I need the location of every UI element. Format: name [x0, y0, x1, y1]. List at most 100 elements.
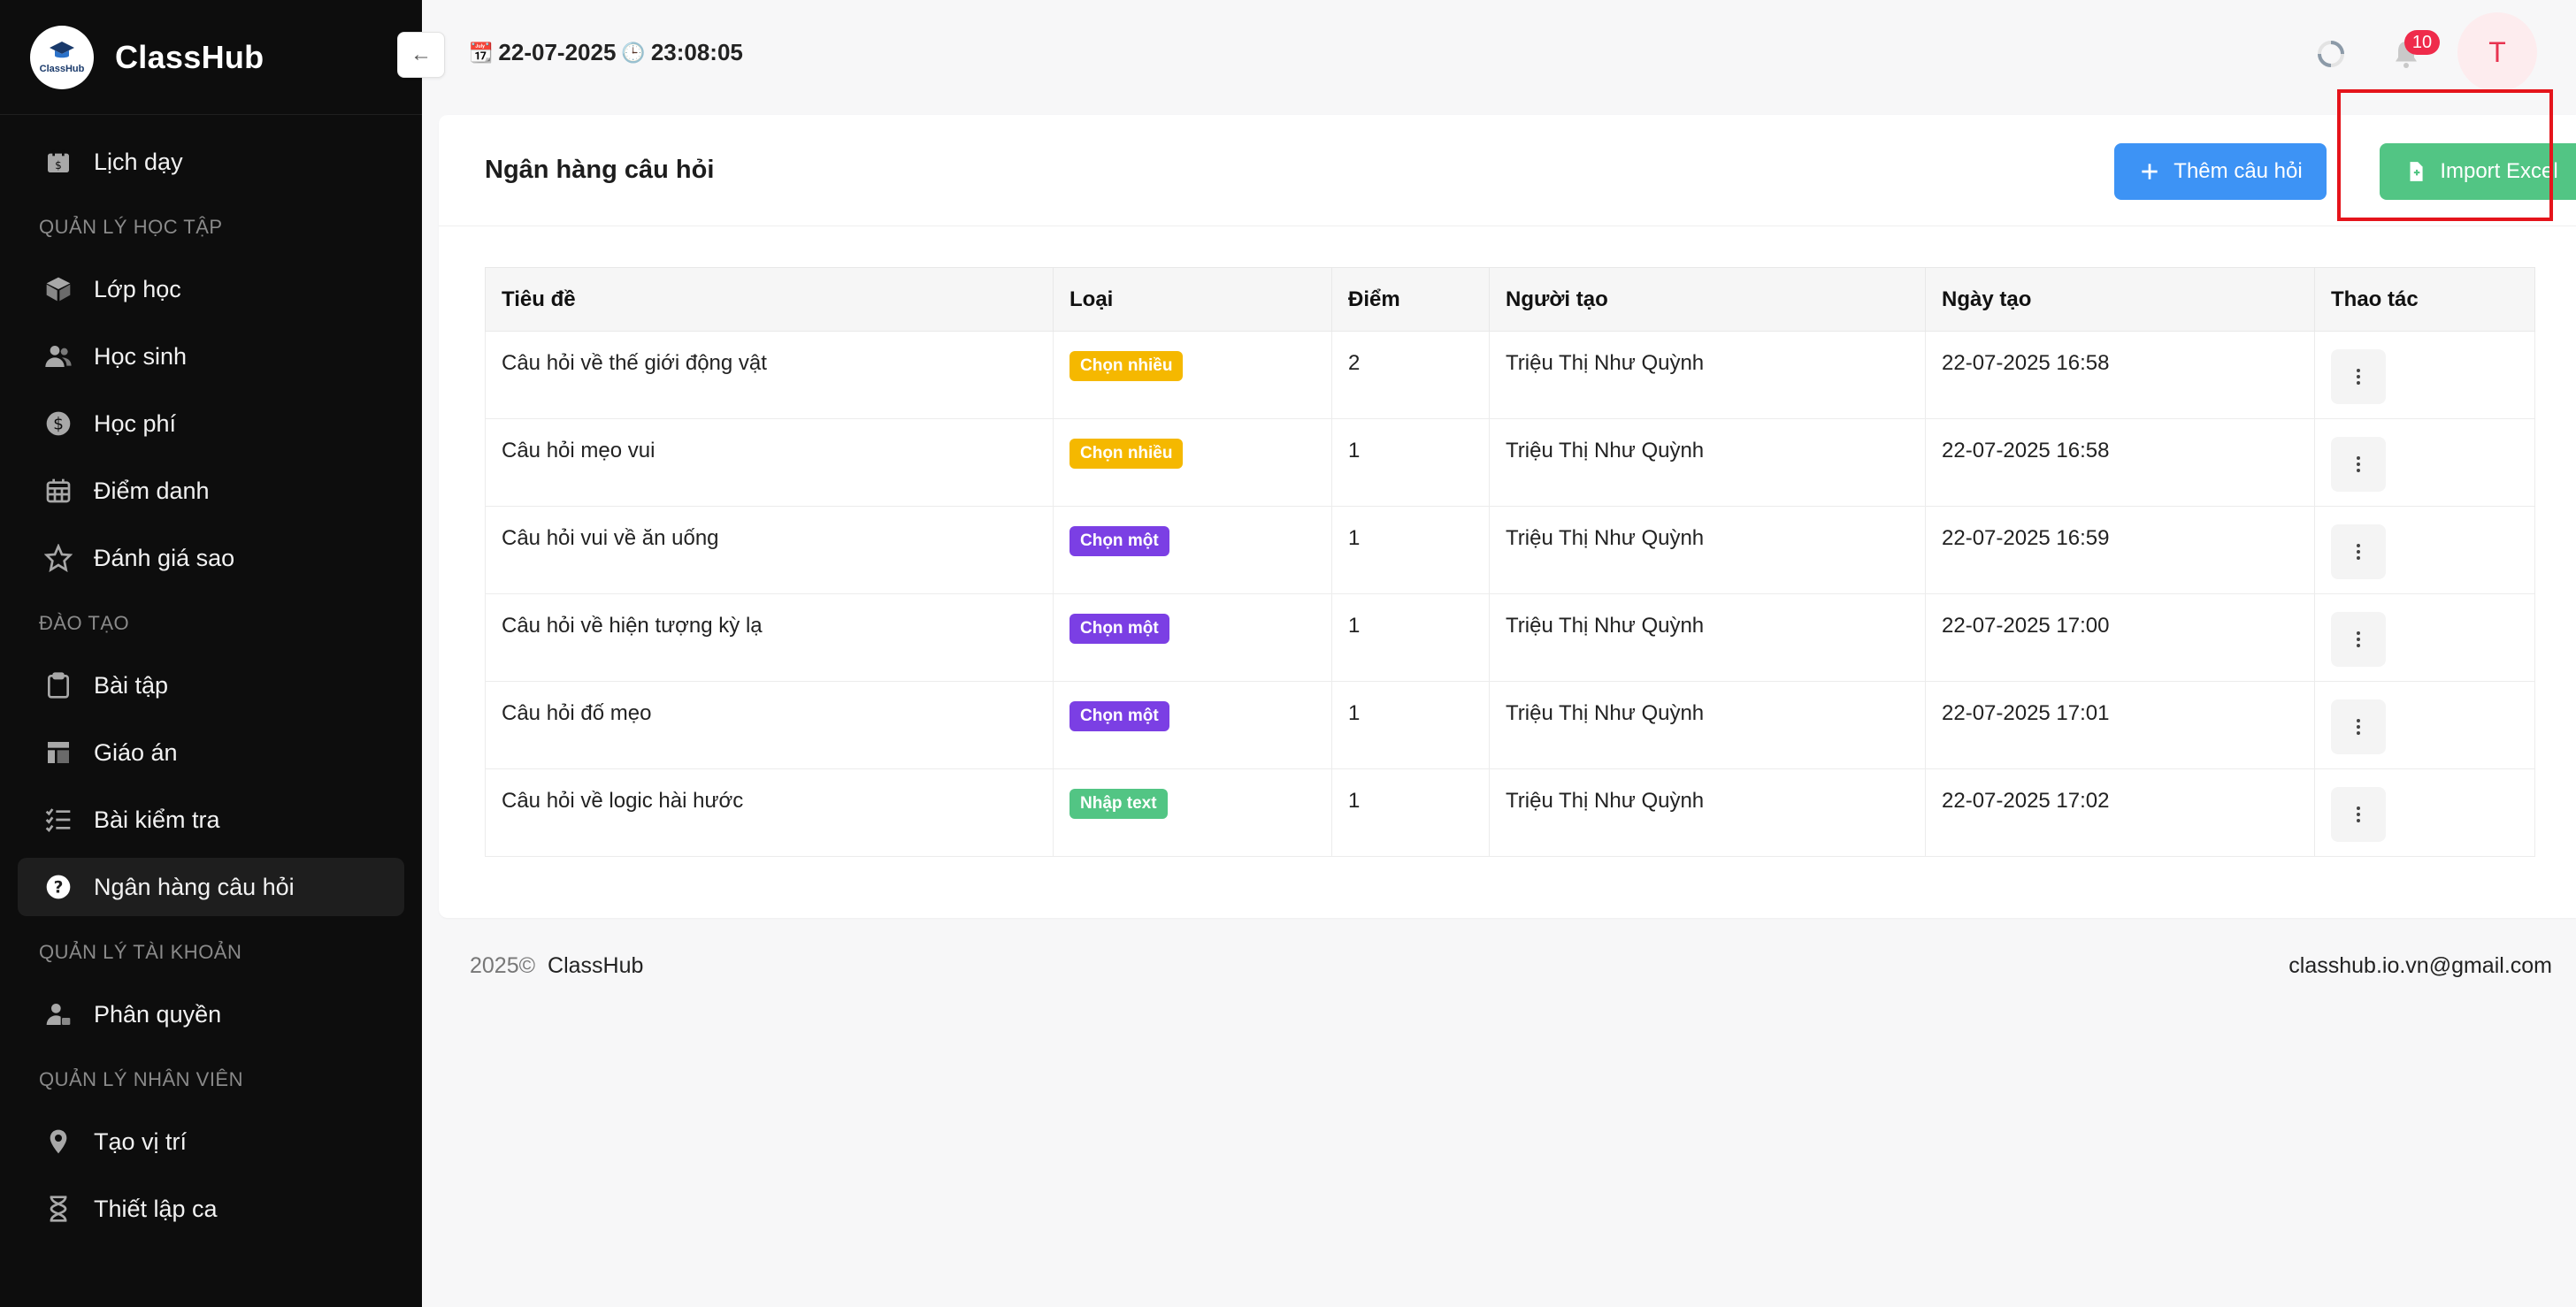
sidebar-item-hoc-sinh[interactable]: Học sinh [18, 327, 404, 386]
more-vertical-icon [2357, 719, 2360, 735]
loading-spinner-icon [2318, 41, 2344, 67]
question-score: 1 [1331, 593, 1490, 682]
row-actions-button[interactable] [2331, 349, 2386, 404]
column-header-title[interactable]: Tiêu đề [485, 267, 1054, 332]
import-excel-label: Import Excel [2440, 159, 2558, 183]
section-label: ĐÀO TẠO [39, 612, 130, 634]
table-row[interactable]: Câu hỏi đố mẹo Chọn một 1 Triệu Thị Như Quỳ… [485, 681, 2535, 769]
column-header-type[interactable]: Loại [1053, 267, 1332, 332]
sidebar-item-phan-quyen[interactable]: Phân quyền [18, 985, 404, 1043]
calendar-emoji-icon: 📆 [469, 41, 494, 64]
sidebar-nav: $ Lịch dạy QUẢN LÝ HỌC TẬP Lớp học Học s… [0, 115, 422, 1238]
sidebar-item-label: Đánh giá sao [94, 544, 235, 571]
current-date: 22-07-2025 [498, 39, 617, 65]
user-key-icon [44, 1000, 73, 1028]
footer-brand[interactable]: ClassHub [548, 953, 643, 979]
hourglass-icon [44, 1195, 73, 1223]
sidebar: ClassHub ClassHub $ Lịch dạy QUẢN LÝ HỌC… [0, 0, 422, 1307]
arrow-left-icon: ← [410, 42, 432, 66]
more-vertical-icon [2357, 544, 2360, 560]
question-type-cell: Chọn một [1053, 681, 1332, 769]
sidebar-item-label: Giáo án [94, 738, 178, 766]
sidebar-item-ngan-hang-cau-hoi[interactable]: ? Ngân hàng câu hỏi [18, 858, 404, 916]
plus-icon [2142, 164, 2158, 180]
question-score: 1 [1331, 506, 1490, 594]
table-row[interactable]: Câu hỏi về hiện tượng kỳ lạ Chọn một 1 Triệ… [485, 593, 2535, 682]
table-row[interactable]: Câu hỏi về thế giới động vật Chọn nhiều 2 T… [485, 331, 2535, 419]
sidebar-item-label: Bài tập [94, 671, 169, 699]
question-created-at: 22-07-2025 17:01 [1925, 681, 2315, 769]
question-creator: Triệu Thị Như Quỳnh [1489, 418, 1926, 507]
table-row[interactable]: Câu hỏi mẹo vui Chọn nhiều 1 Triệu Thị Như … [485, 418, 2535, 507]
brand[interactable]: ClassHub ClassHub [0, 0, 422, 115]
question-type-cell: Nhập text [1053, 768, 1332, 857]
users-icon [44, 342, 73, 371]
footer-copyright: 2025© ClassHub [470, 953, 643, 979]
question-score: 1 [1331, 418, 1490, 507]
graduation-cap-icon [50, 42, 74, 58]
avatar[interactable]: T [2457, 12, 2537, 92]
calendar-money-icon: $ [44, 148, 73, 176]
sidebar-item-bai-kiem-tra[interactable]: Bài kiểm tra [18, 791, 404, 849]
question-created-at: 22-07-2025 16:59 [1925, 506, 2315, 594]
sidebar-collapse-button[interactable]: ← [397, 32, 445, 78]
table-header-row: Tiêu đề Loại Điểm Người tạo Ngày tạo Tha… [485, 267, 2535, 332]
question-score: 1 [1331, 681, 1490, 769]
question-creator: Triệu Thị Như Quỳnh [1489, 593, 1926, 682]
question-actions-cell [2314, 593, 2535, 682]
footer-email[interactable]: classhub.io.vn@gmail.com [2288, 953, 2552, 979]
add-question-button[interactable]: Thêm câu hỏi [2114, 143, 2327, 200]
question-creator: Triệu Thị Như Quỳnh [1489, 681, 1926, 769]
sidebar-item-hoc-phi[interactable]: $ Học phí [18, 394, 404, 453]
question-actions-cell [2314, 418, 2535, 507]
row-actions-button[interactable] [2331, 437, 2386, 492]
column-header-creator[interactable]: Người tạo [1489, 267, 1926, 332]
column-header-created[interactable]: Ngày tạo [1925, 267, 2315, 332]
question-type-tag: Chọn nhiều [1070, 351, 1184, 381]
sidebar-item-thiet-lap-ca[interactable]: Thiết lập ca [18, 1180, 404, 1238]
table-row[interactable]: Câu hỏi vui về ăn uống Chọn một 1 Triệu Thị… [485, 506, 2535, 594]
sidebar-item-bai-tap[interactable]: Bài tập [18, 656, 404, 715]
map-pin-icon [44, 1127, 73, 1156]
question-type-tag: Chọn một [1070, 701, 1169, 731]
current-time: 23:08:05 [650, 39, 743, 65]
row-actions-button[interactable] [2331, 524, 2386, 579]
import-excel-button[interactable]: Import Excel [2380, 143, 2576, 200]
sidebar-item-diem-danh[interactable]: Điểm danh [18, 462, 404, 520]
question-created-at: 22-07-2025 16:58 [1925, 331, 2315, 419]
section-label: QUẢN LÝ HỌC TẬP [39, 216, 223, 238]
file-import-icon [2410, 162, 2423, 181]
table-row[interactable]: Câu hỏi về logic hài hước Nhập text 1 Triệu… [485, 768, 2535, 857]
row-actions-button[interactable] [2331, 612, 2386, 667]
more-vertical-icon [2357, 631, 2360, 647]
row-actions-button[interactable] [2331, 787, 2386, 842]
column-header-score[interactable]: Điểm [1331, 267, 1490, 332]
question-title: Câu hỏi đố mẹo [485, 681, 1054, 769]
dollar-circle-icon: $ [44, 409, 73, 438]
sidebar-item-label: Điểm danh [94, 477, 210, 504]
questions-table-wrapper: Tiêu đề Loại Điểm Người tạo Ngày tạo Tha… [485, 267, 2535, 857]
row-actions-button[interactable] [2331, 699, 2386, 754]
sidebar-item-danh-gia-sao[interactable]: Đánh giá sao [18, 529, 404, 587]
section-label: QUẢN LÝ TÀI KHOẢN [39, 941, 242, 963]
more-vertical-icon [2357, 806, 2360, 822]
question-type-cell: Chọn một [1053, 506, 1332, 594]
question-type-cell: Chọn nhiều [1053, 331, 1332, 419]
star-icon [44, 544, 73, 572]
footer-year: 2025© [470, 953, 536, 978]
page-title: Ngân hàng câu hỏi [485, 156, 715, 184]
question-created-at: 22-07-2025 17:02 [1925, 768, 2315, 857]
sidebar-item-tao-vi-tri[interactable]: Tạo vị trí [18, 1112, 404, 1171]
sidebar-item-giao-an[interactable]: Giáo án [18, 723, 404, 782]
sidebar-item-lop-hoc[interactable]: Lớp học [18, 260, 404, 318]
svg-text:$: $ [55, 159, 62, 172]
datetime-display: 📆 22-07-2025 🕒 23:08:05 [469, 39, 743, 66]
question-actions-cell [2314, 681, 2535, 769]
question-title: Câu hỏi mẹo vui [485, 418, 1054, 507]
more-vertical-icon [2357, 456, 2360, 472]
checklist-icon [44, 806, 73, 834]
sidebar-item-label: Học phí [94, 409, 177, 437]
notification-badge: 10 [2404, 30, 2440, 55]
sidebar-item-lich-day[interactable]: $ Lịch dạy [18, 133, 404, 191]
sidebar-item-label: Lịch dạy [94, 148, 183, 175]
